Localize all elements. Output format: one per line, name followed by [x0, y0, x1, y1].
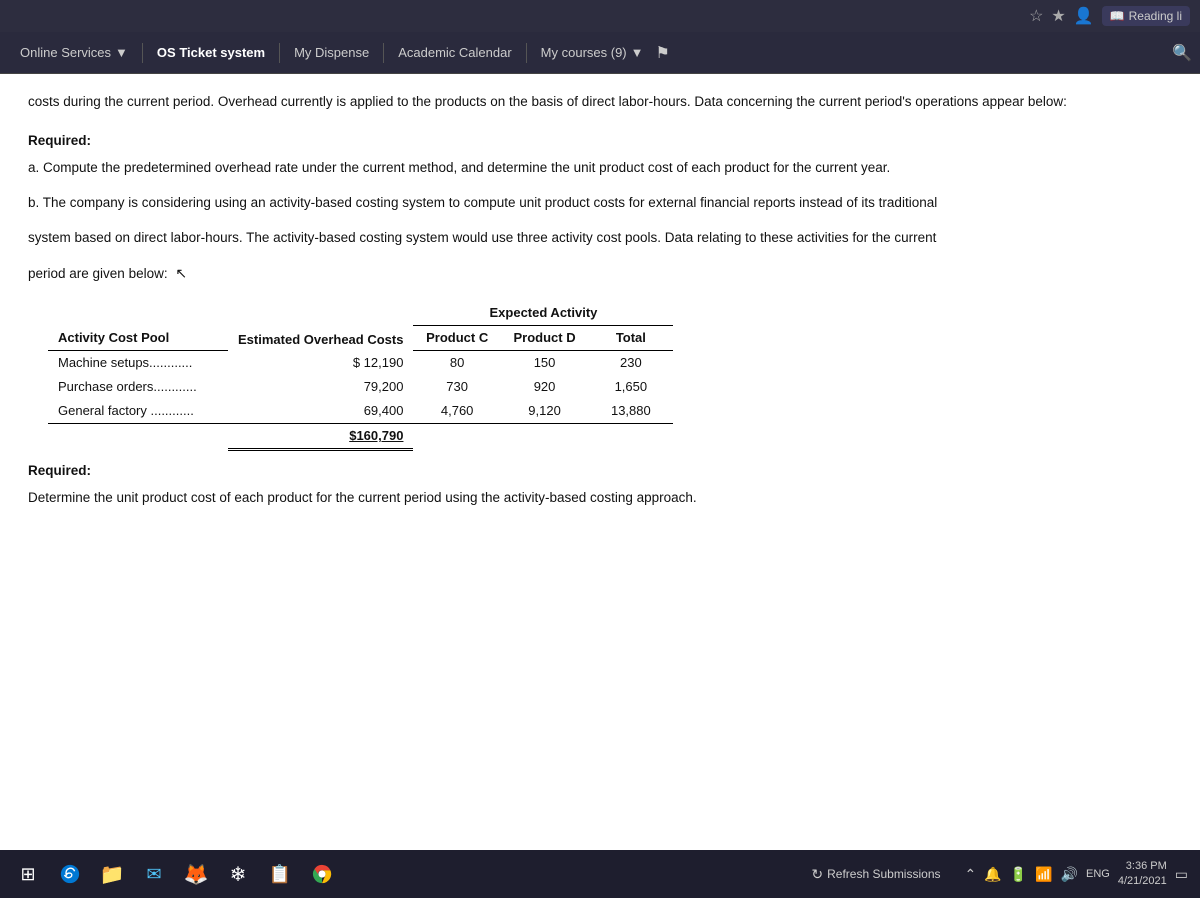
- question-c-text: Determine the unit product cost of each …: [28, 488, 1172, 509]
- system-tray: ↻ Refresh Submissions ⌃ 🔔 🔋 📶 🔊 ENG 3:36…: [811, 859, 1188, 890]
- browser-top-bar: ☆ ★ 👤 📖 Reading li: [0, 0, 1200, 32]
- date-display: 4/21/2021: [1118, 874, 1167, 889]
- nav-separator-4: [526, 43, 527, 63]
- chevron-up-tray-icon[interactable]: ⌃: [965, 866, 977, 883]
- row-1-name: Machine setups............: [48, 350, 228, 375]
- total-cost: $160,790: [228, 424, 413, 450]
- chrome-icon[interactable]: [306, 858, 338, 890]
- show-desktop-icon[interactable]: ▭: [1175, 866, 1188, 883]
- row-1-product-c: 80: [413, 350, 500, 375]
- nav-label-os-ticket: OS Ticket system: [157, 45, 265, 60]
- firefox-icon[interactable]: 🦊: [180, 858, 212, 890]
- nav-label-my-courses: My courses (9): [541, 45, 627, 60]
- battery-icon[interactable]: 🔋: [1010, 866, 1027, 883]
- refresh-icon: ↻: [811, 866, 823, 883]
- required-label-1: Required:: [28, 131, 1172, 152]
- col-header-total: Total: [588, 325, 673, 350]
- reading-label: Reading li: [1129, 9, 1182, 23]
- col-header-estimated-overhead: Estimated Overhead Costs: [228, 301, 413, 351]
- time-display: 3:36 PM: [1118, 859, 1167, 874]
- sidebar-item-my-courses[interactable]: My courses (9) ▼: [529, 39, 656, 66]
- search-icon[interactable]: 🔍: [1172, 43, 1192, 63]
- row-3-cost: 69,400: [228, 399, 413, 424]
- total-label: [48, 424, 228, 450]
- time-date-display: 3:36 PM 4/21/2021: [1118, 859, 1167, 890]
- intro-paragraph: costs during the current period. Overhea…: [28, 92, 1172, 113]
- table-total-row: $160,790: [48, 424, 673, 450]
- nav-separator-3: [383, 43, 384, 63]
- col-header-expected-activity: Expected Activity: [413, 301, 673, 326]
- main-content-area: costs during the current period. Overhea…: [0, 74, 1200, 850]
- row-3-name: General factory ............: [48, 399, 228, 424]
- person-icon[interactable]: 👤: [1074, 6, 1094, 26]
- mail-icon[interactable]: ✉: [138, 858, 170, 890]
- row-3-product-d: 9,120: [501, 399, 588, 424]
- table-row: Purchase orders............ 79,200 730 9…: [48, 375, 673, 399]
- question-a-text: a. Compute the predetermined overhead ra…: [28, 158, 1172, 179]
- col-header-product-d: Product D: [501, 325, 588, 350]
- activity-table-wrapper: Activity Cost Pool Estimated Overhead Co…: [48, 301, 1172, 452]
- notification-icon[interactable]: 🔔: [984, 866, 1001, 883]
- sidebar-item-my-dispense[interactable]: My Dispense: [282, 39, 381, 66]
- chevron-down-icon: ▼: [115, 45, 128, 60]
- sidebar-item-online-services[interactable]: Online Services ▼: [8, 39, 140, 66]
- col-header-activity-pool: Activity Cost Pool: [48, 301, 228, 351]
- nav-label-online-services: Online Services: [20, 45, 111, 60]
- file-explorer-icon[interactable]: ⊞: [12, 858, 44, 890]
- reading-book-icon: 📖: [1110, 9, 1125, 23]
- sidebar-item-os-ticket[interactable]: OS Ticket system: [145, 39, 277, 66]
- nav-separator-1: [142, 43, 143, 63]
- refresh-submissions-button[interactable]: ↻ Refresh Submissions: [811, 866, 940, 883]
- language-label[interactable]: ENG: [1086, 868, 1110, 880]
- chevron-down-icon-courses: ▼: [631, 45, 644, 60]
- row-1-total: 230: [588, 350, 673, 375]
- table-row: General factory ............ 69,400 4,76…: [48, 399, 673, 424]
- speaker-icon[interactable]: 🔊: [1061, 866, 1078, 883]
- reading-button[interactable]: 📖 Reading li: [1102, 6, 1190, 26]
- table-row: Machine setups............ $ 12,190 80 1…: [48, 350, 673, 375]
- navigation-bar: Online Services ▼ OS Ticket system My Di…: [0, 32, 1200, 74]
- question-b-line3: period are given below: ↖: [28, 263, 1172, 285]
- sidebar-item-academic-calendar[interactable]: Academic Calendar: [386, 39, 523, 66]
- bookmark-icon[interactable]: ⚑: [656, 43, 670, 63]
- teams-icon[interactable]: 📋: [264, 858, 296, 890]
- row-3-total: 13,880: [588, 399, 673, 424]
- nav-label-academic-calendar: Academic Calendar: [398, 45, 511, 60]
- nav-separator-2: [279, 43, 280, 63]
- question-b-line2: system based on direct labor-hours. The …: [28, 228, 1172, 249]
- row-1-product-d: 150: [501, 350, 588, 375]
- row-2-name: Purchase orders............: [48, 375, 228, 399]
- refresh-label: Refresh Submissions: [827, 867, 940, 881]
- nav-label-my-dispense: My Dispense: [294, 45, 369, 60]
- row-2-cost: 79,200: [228, 375, 413, 399]
- row-1-cost: $ 12,190: [228, 350, 413, 375]
- row-2-product-d: 920: [501, 375, 588, 399]
- row-3-product-c: 4,760: [413, 399, 500, 424]
- required-label-2: Required:: [28, 461, 1172, 482]
- question-b-line1: b. The company is considering using an a…: [28, 193, 1172, 214]
- taskbar: ⊞ 📁 ✉ 🦊 ❄ 📋 ↻ Refresh Submissions ⌃ 🔔 🔋: [0, 850, 1200, 898]
- row-2-total: 1,650: [588, 375, 673, 399]
- row-2-product-c: 730: [413, 375, 500, 399]
- star-filled-icon[interactable]: ★: [1051, 6, 1065, 26]
- cursor-icon: ↖: [175, 265, 187, 281]
- snowflake-app-icon[interactable]: ❄: [222, 858, 254, 890]
- star-icon[interactable]: ☆: [1029, 6, 1043, 26]
- folder-icon[interactable]: 📁: [96, 858, 128, 890]
- edge-browser-icon[interactable]: [54, 858, 86, 890]
- col-header-product-c: Product C: [413, 325, 500, 350]
- network-icon[interactable]: 📶: [1035, 866, 1052, 883]
- activity-cost-table: Activity Cost Pool Estimated Overhead Co…: [48, 301, 673, 452]
